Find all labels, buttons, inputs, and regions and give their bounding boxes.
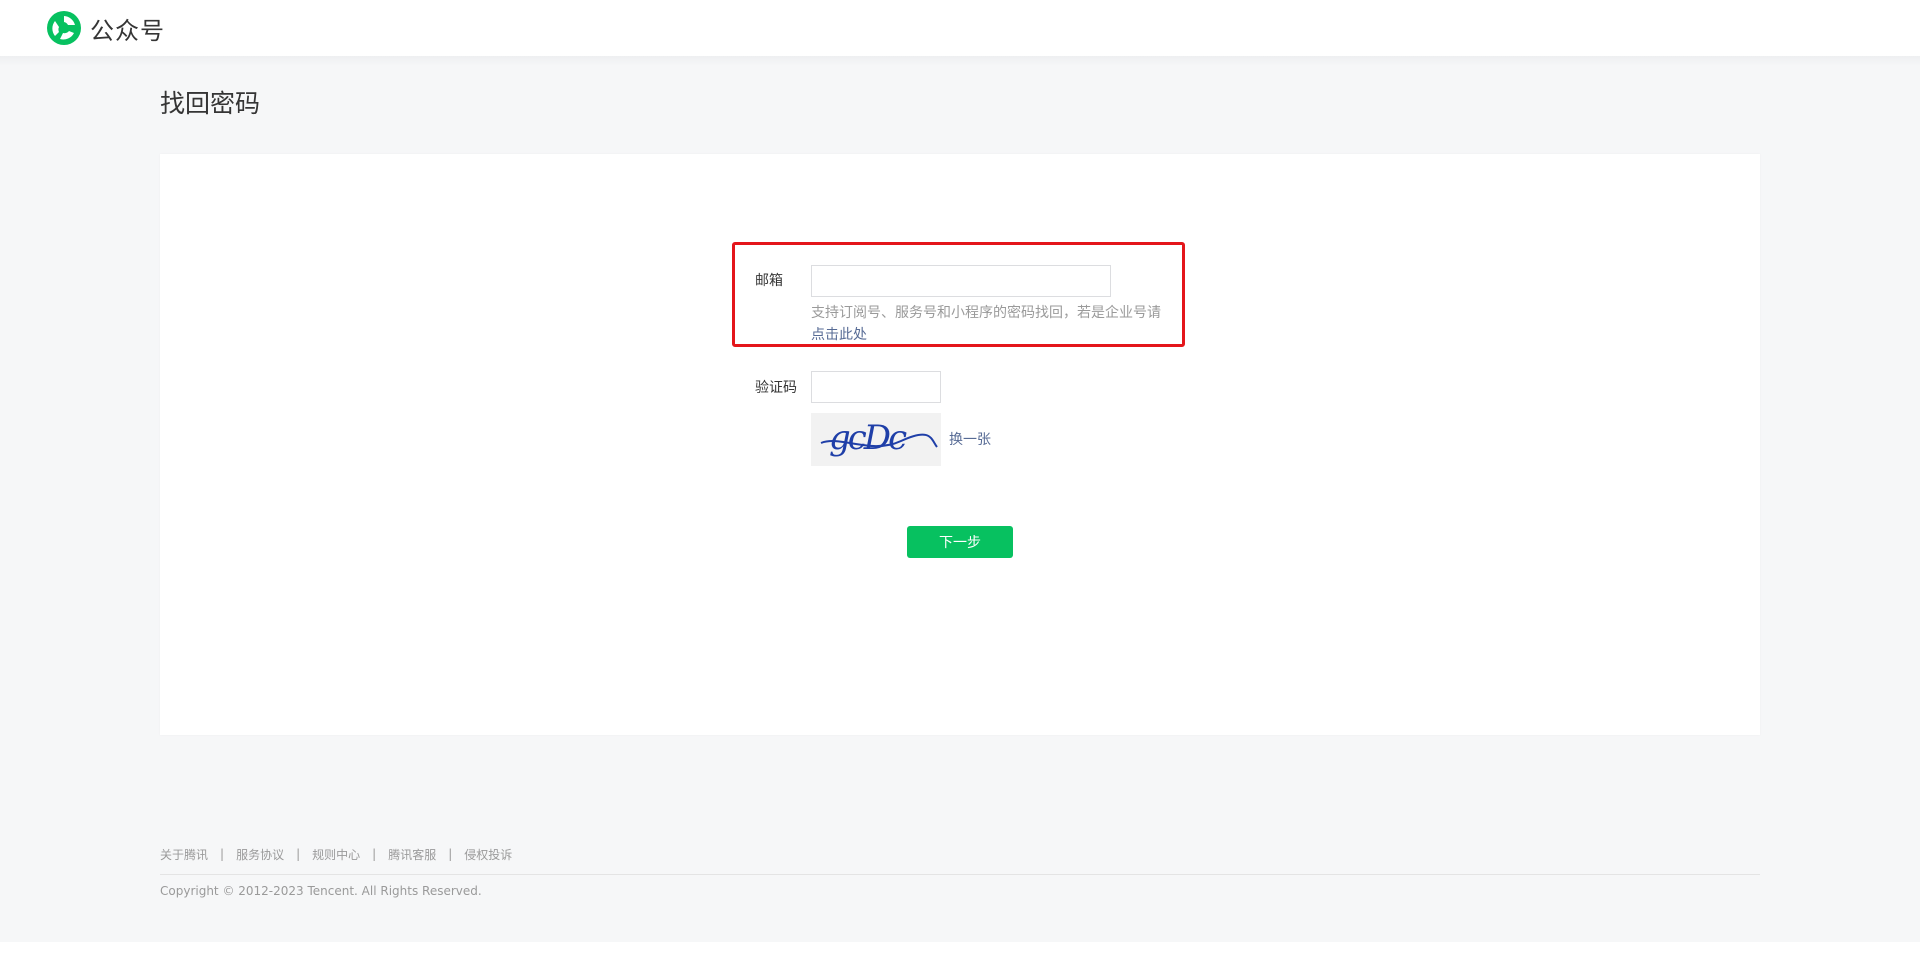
next-step-button[interactable]: 下一步 [907,526,1013,558]
refresh-captcha-link[interactable]: 换一张 [949,429,991,449]
footer-link-rules-center[interactable]: 规则中心 [312,846,360,863]
email-label: 邮箱 [755,273,783,289]
top-header: 公众号 [0,0,1920,56]
enterprise-click-here-link[interactable]: 点击此处 [811,327,867,343]
email-hint: 支持订阅号、服务号和小程序的密码找回，若是企业号请点击此处 [811,302,1168,346]
footer-links: 关于腾讯 | 服务协议 | 规则中心 | 腾讯客服 | 侵权投诉 [160,845,512,863]
footer-link-infringement-complaint[interactable]: 侵权投诉 [464,846,512,863]
captcha-text: gcDc [829,418,907,458]
logo[interactable]: 公众号 [46,10,165,46]
footer-link-customer-service[interactable]: 腾讯客服 [388,846,436,863]
footer-divider [160,874,1760,875]
footer-separator: | [372,847,377,861]
footer-separator: | [448,847,453,861]
footer-link-service-agreement[interactable]: 服务协议 [236,846,284,863]
email-input[interactable] [811,265,1111,297]
wechat-official-account-logo-icon [47,11,81,45]
copyright: Copyright © 2012-2023 Tencent. All Right… [160,884,482,898]
footer-separator: | [220,847,225,861]
page-title: 找回密码 [160,89,261,118]
captcha-label: 验证码 [755,380,797,396]
header-divider [0,56,1920,66]
footer-separator: | [296,847,301,861]
footer-link-about[interactable]: 关于腾讯 [160,846,208,863]
logo-text: 公众号 [90,16,165,45]
captcha-image[interactable]: gcDc [811,413,941,466]
email-hint-text: 支持订阅号、服务号和小程序的密码找回，若是企业号请 [811,305,1161,321]
captcha-input[interactable] [811,371,941,403]
